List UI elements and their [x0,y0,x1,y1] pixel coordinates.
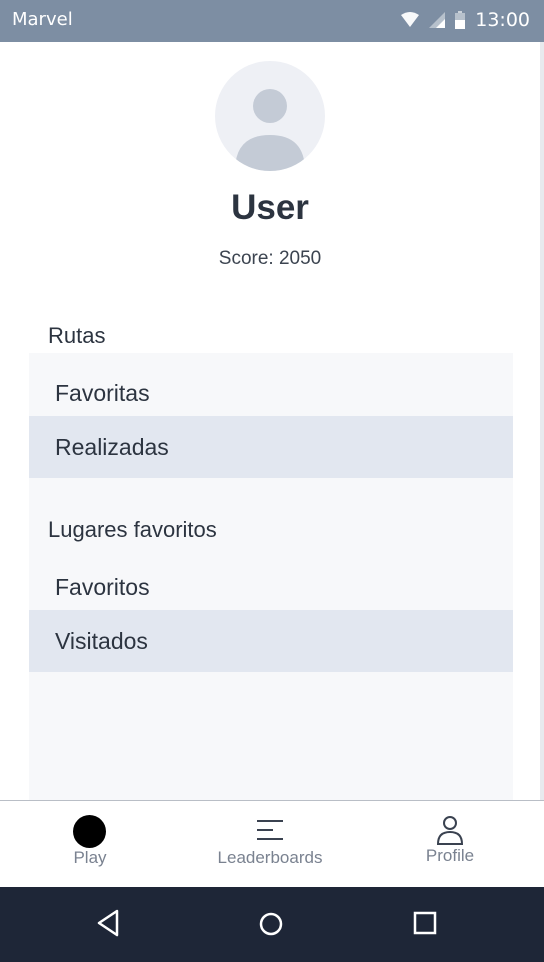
recents-icon[interactable] [413,911,437,935]
bottom-nav: Play Leaderboards Profile [0,800,544,888]
person-avatar-icon [235,89,305,171]
wifi-icon [401,12,420,27]
tab-play[interactable]: Play [0,801,180,888]
leaderboard-icon [257,820,283,840]
play-dot-icon [73,815,106,848]
tab-leaderboards[interactable]: Leaderboards [180,801,360,888]
avatar[interactable] [215,61,325,171]
signal-icon [429,12,446,28]
battery-icon [455,11,466,29]
back-icon[interactable] [96,909,120,937]
tab-profile-label: Profile [425,846,475,865]
section-header-rutas: Rutas [48,323,106,348]
status-time: 13:00 [475,9,530,31]
person-icon [436,816,464,845]
score-text: Score: 2050 [218,248,322,269]
tab-leaderboards-label: Leaderboards [217,848,323,867]
username: User [231,188,309,227]
menu-item-realizadas[interactable]: Realizadas [29,416,513,478]
menu-item-favoritos[interactable]: Favoritos [29,556,513,618]
status-icons: 13:00 [401,9,530,31]
menu-item-favoritas[interactable]: Favoritas [29,362,513,424]
home-icon[interactable] [258,911,284,937]
system-nav-bar [0,887,544,962]
status-bar: Marvel 13:00 [0,0,544,42]
status-app-name: Marvel [12,9,73,30]
section-header-lugares: Lugares favoritos [48,517,217,542]
menu-item-visitados[interactable]: Visitados [29,610,513,672]
tab-play-label: Play [73,848,107,867]
tab-profile[interactable]: Profile [360,801,540,888]
profile-screen: User Score: 2050 Rutas Favoritas Realiza… [0,42,544,800]
